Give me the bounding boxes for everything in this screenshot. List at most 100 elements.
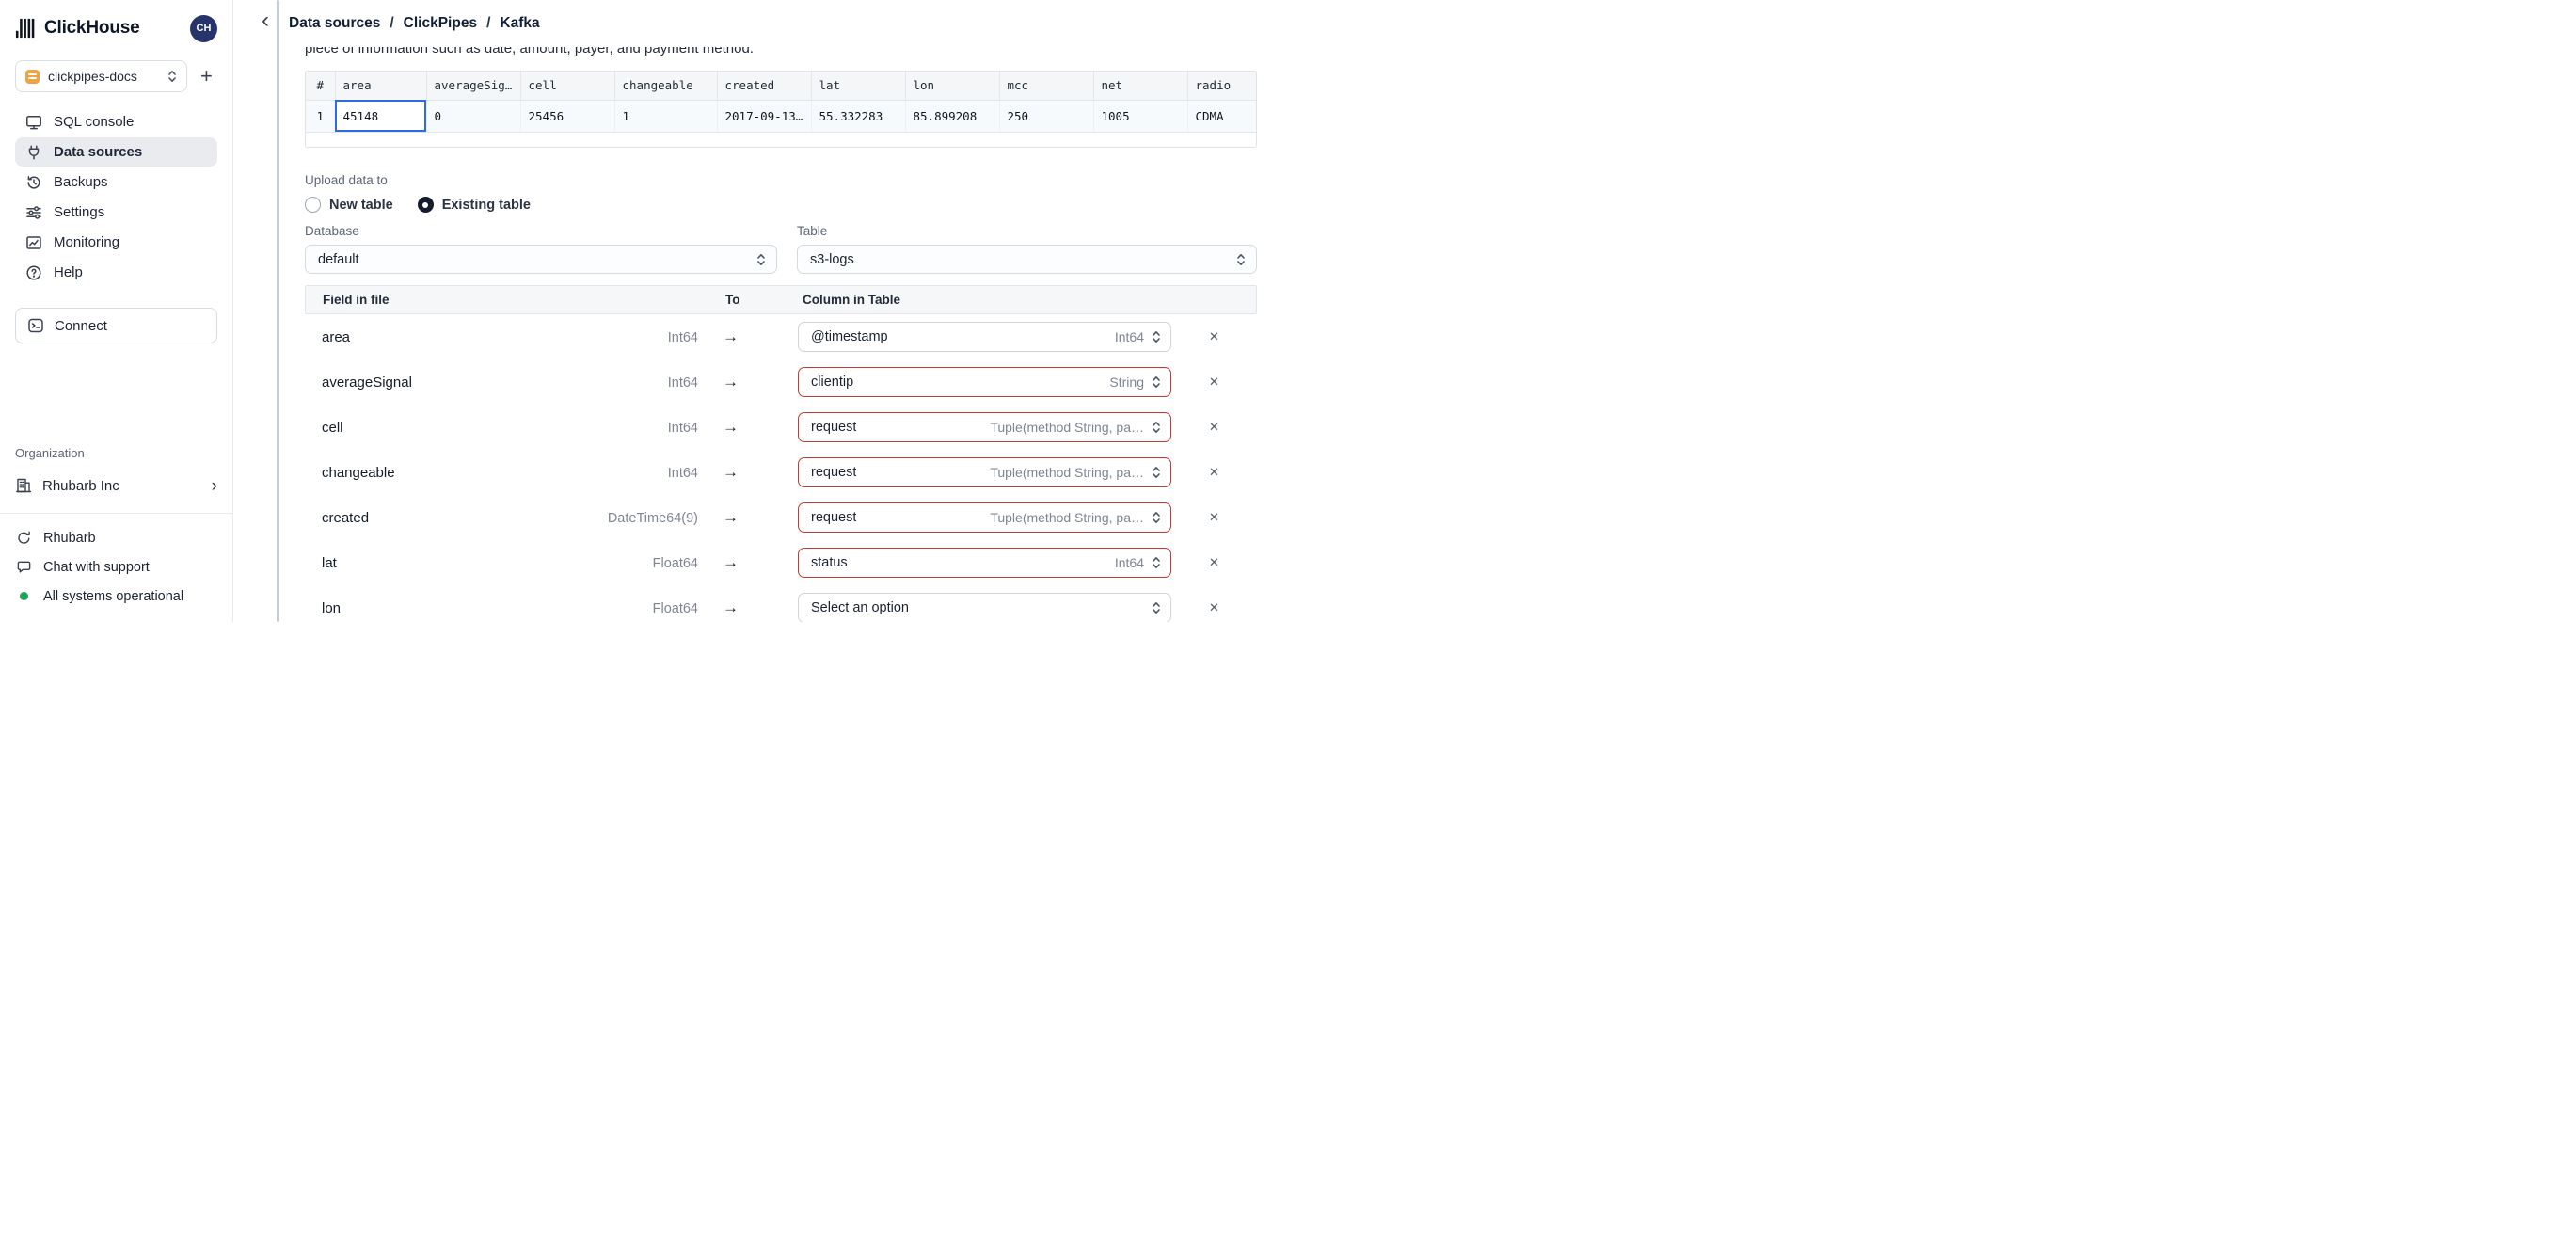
remove-mapping-button[interactable]: ✕ bbox=[1209, 465, 1219, 480]
footer-item-chat-support[interactable]: Chat with support bbox=[15, 552, 217, 582]
field-type: Int64 bbox=[667, 420, 698, 436]
stepper-icon bbox=[1153, 557, 1160, 568]
stepper-icon bbox=[1153, 602, 1160, 614]
field-name: lat bbox=[322, 554, 337, 571]
database-select[interactable]: default bbox=[305, 245, 777, 274]
sidebar-item-label: Settings bbox=[54, 204, 105, 220]
service-selector[interactable]: clickpipes-docs bbox=[15, 60, 187, 92]
table-value: s3-logs bbox=[810, 251, 854, 267]
building-icon bbox=[16, 478, 32, 493]
remove-mapping-button[interactable]: ✕ bbox=[1209, 510, 1219, 525]
stepper-icon bbox=[168, 71, 176, 82]
breadcrumb-kafka[interactable]: Kafka bbox=[500, 15, 539, 32]
column-value: status bbox=[811, 555, 848, 570]
preview-cell[interactable]: 2017-09-13… bbox=[717, 100, 812, 133]
field-type: Int64 bbox=[667, 375, 698, 391]
add-service-button[interactable]: + bbox=[199, 66, 215, 87]
field-type: Float64 bbox=[652, 600, 698, 616]
clickhouse-logo-icon bbox=[15, 18, 36, 39]
brand-row: ClickHouse CH bbox=[15, 12, 217, 44]
column-type: Tuple(method String, pa… bbox=[990, 420, 1144, 435]
organization-selector[interactable]: Rhubarb Inc › bbox=[15, 471, 217, 500]
sidebar-item-sql-console[interactable]: SQL console bbox=[15, 107, 217, 136]
column-value: Select an option bbox=[811, 600, 909, 615]
footer-item-rhubarb[interactable]: Rhubarb bbox=[15, 523, 217, 552]
preview-cell[interactable]: 55.332283 bbox=[811, 100, 906, 133]
field-name: averageSignal bbox=[322, 374, 412, 391]
column-type: Tuple(method String, pa… bbox=[990, 510, 1144, 525]
preview-cell[interactable]: 1 bbox=[614, 100, 718, 133]
service-icon bbox=[25, 69, 40, 84]
terminal-icon bbox=[26, 115, 41, 129]
footer-item-system-status[interactable]: All systems operational bbox=[15, 582, 217, 611]
scrollbar[interactable] bbox=[277, 0, 279, 622]
radio-existing-table[interactable]: Existing table bbox=[417, 197, 531, 213]
preview-cell[interactable]: 25456 bbox=[520, 100, 615, 133]
sidebar-item-label: Help bbox=[54, 264, 83, 280]
preview-cell[interactable]: 85.899208 bbox=[905, 100, 1000, 133]
user-avatar[interactable]: CH bbox=[190, 14, 217, 42]
column-select[interactable]: @timestamp Int64 bbox=[798, 322, 1171, 352]
selects-row: default s3-logs bbox=[305, 245, 1257, 274]
column-value: @timestamp bbox=[811, 329, 888, 344]
preview-header-cell: averageSig… bbox=[426, 72, 521, 101]
service-row: clickpipes-docs + bbox=[15, 60, 217, 92]
mapping-row-averageSignal: averageSignal Int64 → clientip String ✕ bbox=[305, 359, 1257, 405]
topbar: ‹ Data sources / ClickPipes / Kafka bbox=[233, 0, 1288, 47]
column-select-error[interactable]: request Tuple(method String, pa… bbox=[798, 502, 1171, 533]
remove-mapping-button[interactable]: ✕ bbox=[1209, 329, 1219, 344]
column-select-error[interactable]: clientip String bbox=[798, 367, 1171, 397]
breadcrumb-data-sources[interactable]: Data sources bbox=[289, 15, 380, 32]
database-label: Database bbox=[305, 224, 359, 238]
stepper-icon bbox=[757, 253, 765, 265]
preview-cell[interactable]: 1005 bbox=[1093, 100, 1188, 133]
field-type: Int64 bbox=[667, 329, 698, 345]
preview-header-cell: mcc bbox=[999, 72, 1094, 101]
connect-button[interactable]: Connect bbox=[15, 308, 217, 343]
select-labels-row: Database Table bbox=[305, 224, 1257, 238]
table-choice-radio-group: New table Existing table bbox=[305, 197, 1257, 213]
column-select-error[interactable]: status Int64 bbox=[798, 548, 1171, 578]
column-type: Int64 bbox=[1114, 329, 1144, 344]
radio-new-table[interactable]: New table bbox=[305, 197, 393, 213]
sidebar-item-settings[interactable]: Settings bbox=[15, 198, 217, 227]
preview-cell-selected[interactable]: 45148 bbox=[335, 100, 427, 133]
radio-label: Existing table bbox=[441, 197, 531, 213]
sliders-icon bbox=[26, 205, 41, 219]
sidebar-item-label: Backups bbox=[54, 174, 108, 190]
column-select-error[interactable]: request Tuple(method String, pa… bbox=[798, 412, 1171, 442]
preview-cell[interactable]: CDMA bbox=[1187, 100, 1256, 133]
radio-checked-icon[interactable] bbox=[417, 197, 434, 213]
back-icon[interactable]: ‹ bbox=[262, 9, 269, 32]
sidebar-item-help[interactable]: Help bbox=[15, 258, 217, 287]
table-select[interactable]: s3-logs bbox=[797, 245, 1257, 274]
field-name: created bbox=[322, 509, 370, 526]
breadcrumb-separator: / bbox=[486, 15, 491, 31]
main-content: piece of information such as date, amoun… bbox=[233, 0, 1288, 622]
help-icon bbox=[26, 264, 41, 280]
sidebar-item-backups[interactable]: Backups bbox=[15, 167, 217, 197]
column-select-error[interactable]: request Tuple(method String, pa… bbox=[798, 457, 1171, 487]
field-type: Int64 bbox=[667, 465, 698, 481]
preview-header-cell: changeable bbox=[614, 72, 718, 101]
breadcrumb-clickpipes[interactable]: ClickPipes bbox=[404, 15, 477, 32]
preview-cell[interactable]: 0 bbox=[426, 100, 521, 133]
sidebar-item-label: Monitoring bbox=[54, 234, 120, 250]
column-select-placeholder[interactable]: Select an option bbox=[798, 593, 1171, 622]
mapping-header-row: Field in file To Column in Table bbox=[305, 285, 1257, 314]
sidebar-item-monitoring[interactable]: Monitoring bbox=[15, 228, 217, 257]
column-in-table-header: Column in Table bbox=[803, 293, 900, 307]
radio-label: New table bbox=[329, 197, 393, 213]
radio-icon[interactable] bbox=[305, 197, 321, 213]
sidebar-item-data-sources[interactable]: Data sources bbox=[15, 137, 217, 167]
preview-cell[interactable]: 1 bbox=[306, 100, 336, 133]
preview-cell[interactable]: 250 bbox=[999, 100, 1094, 133]
remove-mapping-button[interactable]: ✕ bbox=[1209, 600, 1219, 615]
main-panel: piece of information such as date, amoun… bbox=[233, 0, 1288, 622]
field-type: Float64 bbox=[652, 555, 698, 571]
remove-mapping-button[interactable]: ✕ bbox=[1209, 375, 1219, 390]
remove-mapping-button[interactable]: ✕ bbox=[1209, 555, 1219, 570]
remove-mapping-button[interactable]: ✕ bbox=[1209, 420, 1219, 435]
field-name: area bbox=[322, 328, 351, 345]
